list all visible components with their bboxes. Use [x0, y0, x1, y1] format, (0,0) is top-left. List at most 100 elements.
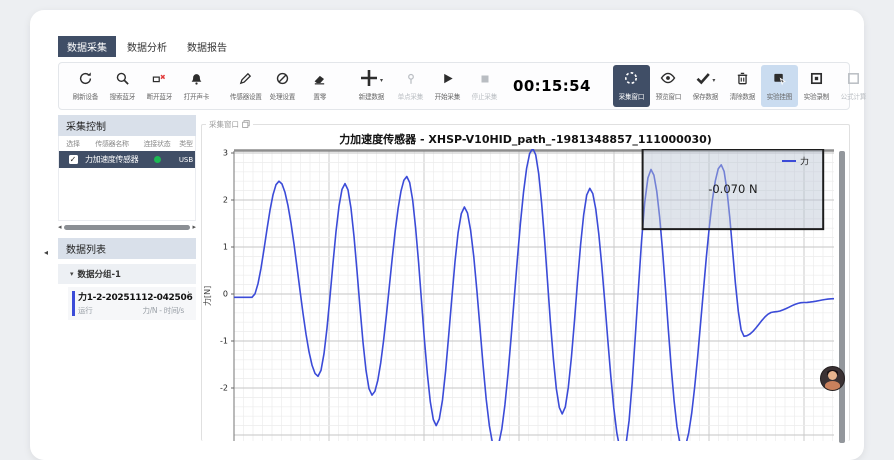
experiment-chart-button-label: 实验挂图 — [767, 92, 792, 102]
data-item-title: 力1-2-20251112-042506 — [78, 290, 184, 303]
stop-collect-button-label: 停止采集 — [472, 92, 497, 102]
measurement-value-label: -0.070 N — [708, 182, 757, 196]
zero-button-label: 置零 — [313, 92, 326, 102]
disconnect-icon — [152, 71, 167, 90]
disconnect-bluetooth-button-label: 断开蓝牙 — [147, 92, 172, 102]
plus-icon — [359, 68, 379, 92]
formula-calc-button: 公式计算 — [835, 65, 872, 107]
y-tick-label: 2 — [223, 196, 228, 205]
y-tick-label: 0 — [223, 290, 228, 299]
plot-vscrollbar[interactable] — [839, 151, 845, 443]
main-tab-bar: 数据采集数据分析数据报告 — [58, 36, 850, 57]
y-axis-label: 力[N] — [202, 286, 212, 306]
data-item-subrow: 运行 力/N - 时间/s — [78, 305, 184, 316]
collect-timer: 00:15:54 — [513, 77, 591, 95]
sensor-table-header: 选择传感器名称连接状态类型 — [59, 136, 195, 151]
data-item-status: 运行 — [78, 305, 92, 316]
floating-assistant-button[interactable] — [820, 366, 845, 391]
window-restore-icon[interactable] — [242, 120, 250, 130]
data-group-label: 数据分组-1 — [78, 268, 121, 280]
eye-icon — [660, 70, 676, 90]
sensor-checkbox[interactable]: ✓ — [69, 155, 78, 164]
scroll-right-icon[interactable]: ▸ — [192, 223, 196, 232]
zero-button[interactable]: 置零 — [301, 65, 338, 107]
new-data-button[interactable]: ▾ 新建数据 — [350, 65, 392, 107]
point-icon — [404, 71, 418, 90]
record-icon — [809, 71, 824, 90]
sensor-row[interactable]: ✓ 力加速度传感器 USB — [59, 151, 195, 168]
disconnect-bluetooth-button[interactable]: 断开蓝牙 — [141, 65, 178, 107]
preview-window-button[interactable]: 预览窗口 — [650, 65, 687, 107]
kebab-menu-icon[interactable]: ⋮ — [184, 291, 193, 301]
plot-area[interactable]: 3210-1-2力[N]-0.070 N力 — [202, 149, 836, 441]
sensor-column-header: 类型 — [175, 139, 197, 149]
sidebar-collapse-handle[interactable]: ◂ — [44, 248, 48, 257]
group-expand-icon[interactable]: ▾ — [70, 270, 74, 278]
sensor-type: USB — [175, 156, 197, 164]
data-item-axes: 力/N - 时间/s — [142, 305, 184, 316]
refresh-device-button-label: 刷新设备 — [73, 92, 98, 102]
data-list-item[interactable]: 力1-2-20251112-042506⋮ 运行 力/N - 时间/s — [68, 287, 196, 320]
single-point-button-label: 单点采集 — [398, 92, 423, 102]
start-collect-button[interactable]: 开始采集 — [429, 65, 466, 107]
experiment-record-button-label: 实验录制 — [804, 92, 829, 102]
tab-data-collect[interactable]: 数据采集 — [58, 36, 116, 57]
legend-label: 力 — [800, 156, 809, 168]
bell-icon — [189, 71, 204, 90]
collection-panel-title: 采集控制 — [58, 115, 196, 136]
status-dot — [154, 156, 161, 163]
data-group-row[interactable]: ▾ 数据分组-1 — [58, 264, 196, 284]
collect-window-panel: 采集窗口 力加速度传感器 - XHSP-V10HID_path_-1981348… — [201, 124, 850, 441]
experiment-record-button[interactable]: 实验录制 — [798, 65, 835, 107]
sensor-table-empty-area — [59, 168, 195, 220]
sensor-table-hscrollbar[interactable]: ◂ ▸ — [58, 223, 196, 232]
chart-title: 力加速度传感器 - XHSP-V10HID_path_-1981348857_1… — [202, 131, 849, 147]
collect-window-button-label: 采集窗口 — [619, 92, 644, 102]
play-icon — [440, 71, 455, 90]
search-icon — [115, 71, 130, 90]
frame-label-text: 采集窗口 — [209, 119, 239, 130]
tag-icon — [772, 71, 787, 90]
processing-settings-button-label: 处理设置 — [270, 92, 295, 102]
dropdown-caret-icon[interactable]: ▾ — [712, 77, 715, 84]
tab-data-analysis[interactable]: 数据分析 — [118, 36, 176, 57]
sensor-column-header: 传感器名称 — [85, 139, 139, 149]
preview-window-button-label: 预览窗口 — [656, 92, 681, 102]
dashed-circle-icon — [623, 70, 639, 90]
collect-window-button[interactable]: 采集窗口 — [613, 65, 650, 107]
clear-data-button-label: 清除数据 — [730, 92, 755, 102]
y-tick-label: -2 — [220, 384, 228, 393]
formula-calc-button-label: 公式计算 — [841, 92, 866, 102]
processing-settings-button[interactable]: 处理设置 — [264, 65, 301, 107]
experiment-chart-button[interactable]: 实验挂图 — [761, 65, 798, 107]
dropdown-caret-icon[interactable]: ▾ — [380, 77, 383, 84]
refresh-device-button[interactable]: 刷新设备 — [67, 65, 104, 107]
formula-icon — [846, 71, 861, 90]
save-data-button-label: 保存数据 — [693, 92, 718, 102]
scroll-left-icon[interactable]: ◂ — [58, 223, 62, 232]
trash-icon — [735, 71, 750, 90]
save-data-button[interactable]: ▾ 保存数据 — [687, 65, 724, 107]
open-soundcard-button-label: 打开声卡 — [184, 92, 209, 102]
open-soundcard-button[interactable]: 打开声卡 — [178, 65, 215, 107]
toolbar: 刷新设备搜索蓝牙断开蓝牙 打开声卡 传感器设置处理设置 置零 ▾ 新建数据 单点采集 开始采集… — [58, 62, 850, 110]
tab-data-report[interactable]: 数据报告 — [178, 36, 236, 57]
sensor-table: 选择传感器名称连接状态类型 ✓ 力加速度传感器 USB — [58, 136, 196, 221]
collect-window-frame-label: 采集窗口 — [206, 119, 253, 130]
sensor-name: 力加速度传感器 — [85, 154, 139, 165]
pencil-icon — [238, 71, 253, 90]
start-collect-button-label: 开始采集 — [435, 92, 460, 102]
single-point-button: 单点采集 — [392, 65, 429, 107]
new-data-button-label: 新建数据 — [358, 92, 383, 102]
stop-icon — [478, 71, 492, 90]
slash-circle-icon — [275, 71, 290, 90]
sensor-column-header: 选择 — [61, 139, 85, 149]
sensor-settings-button[interactable]: 传感器设置 — [227, 65, 264, 107]
hscrollbar-thumb[interactable] — [64, 225, 191, 230]
search-bluetooth-button[interactable]: 搜索蓝牙 — [104, 65, 141, 107]
item-accent-bar — [72, 291, 75, 316]
clear-data-button[interactable]: 清除数据 — [724, 65, 761, 107]
check-icon — [695, 70, 711, 90]
data-list-panel-title: 数据列表 — [58, 238, 196, 259]
y-tick-label: 1 — [223, 243, 228, 252]
